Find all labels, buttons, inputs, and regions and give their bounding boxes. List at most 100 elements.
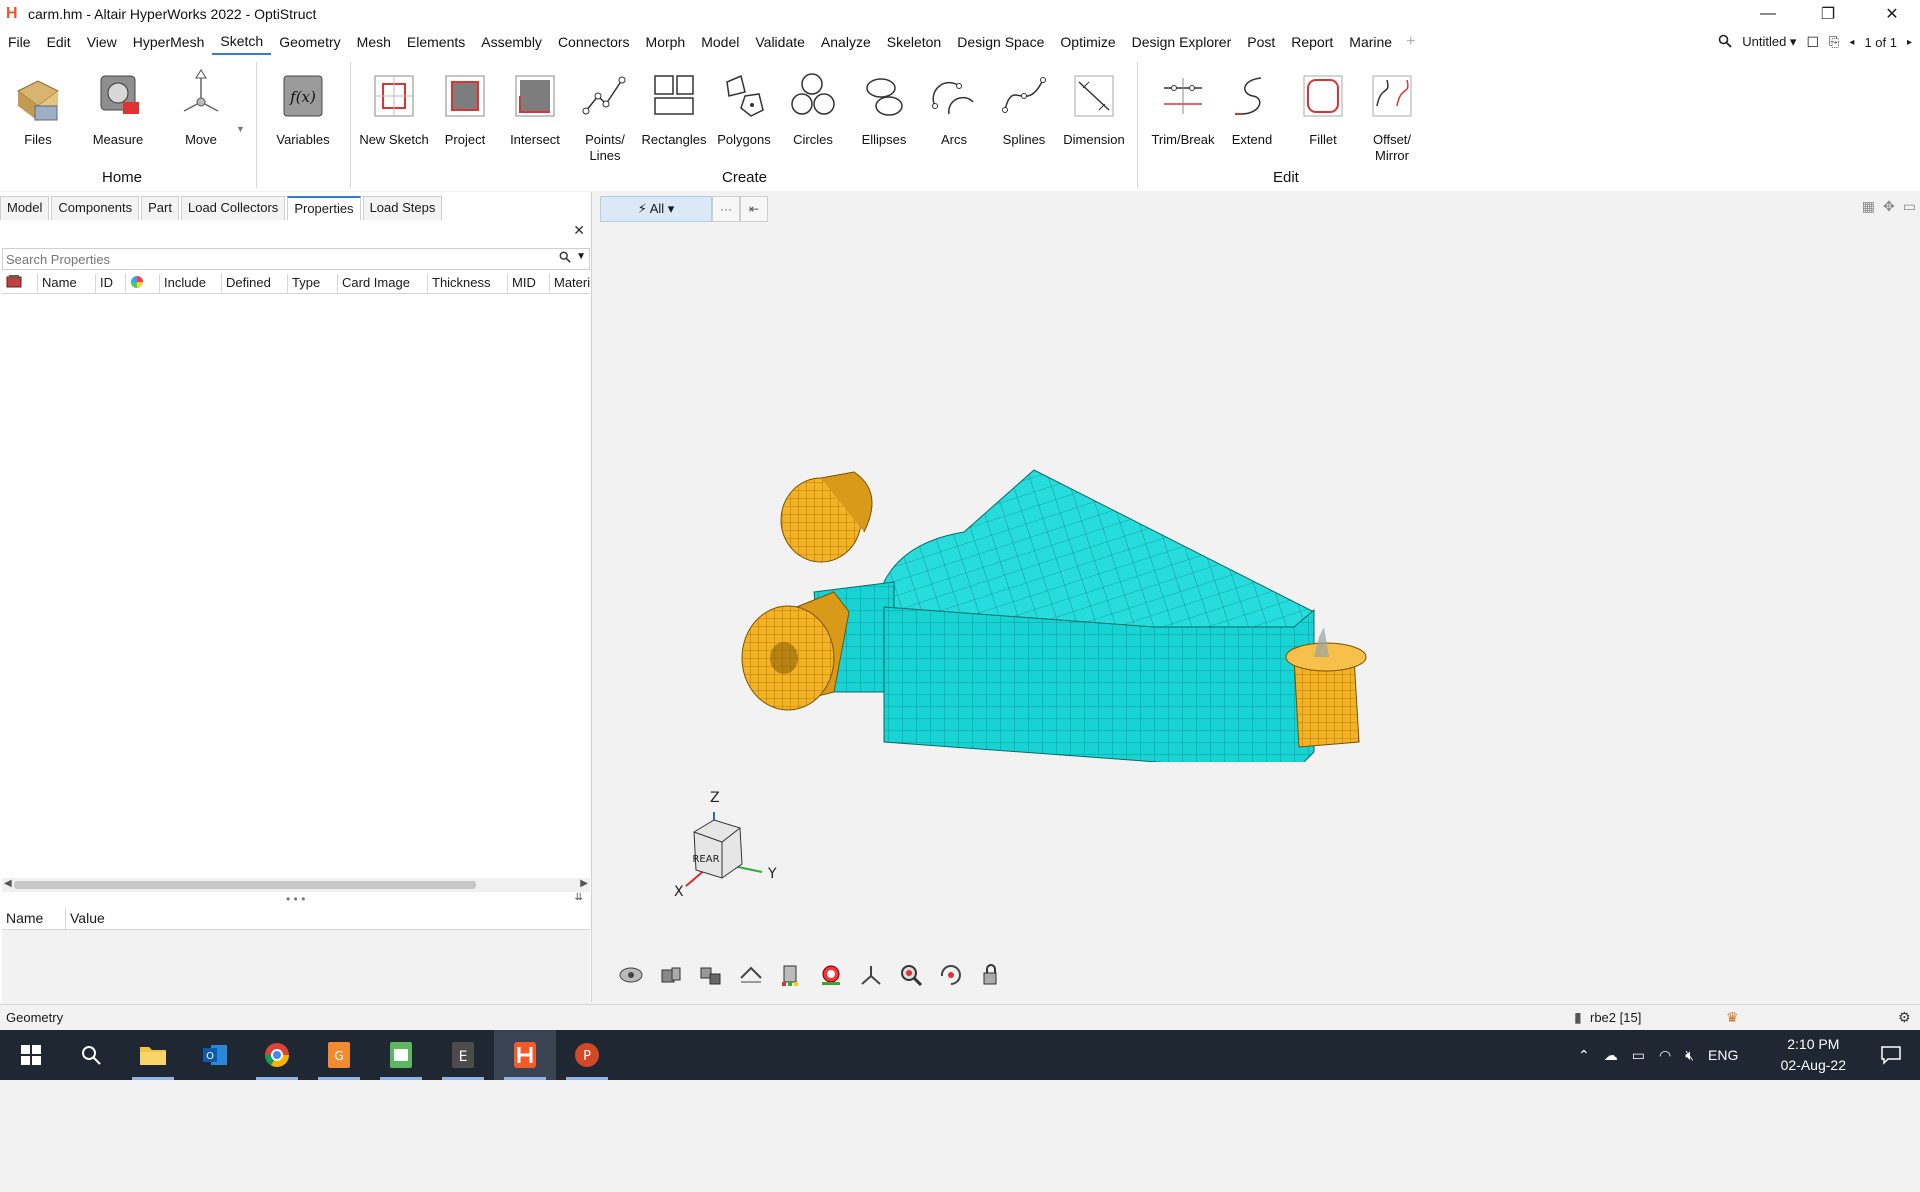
notifications-icon[interactable] bbox=[1880, 1030, 1902, 1080]
column-header-id[interactable]: ID bbox=[96, 274, 126, 293]
menu-hypermesh[interactable]: HyperMesh bbox=[125, 28, 213, 56]
add-ribbon-icon[interactable]: + bbox=[1400, 33, 1421, 51]
column-header-thickness[interactable]: Thickness bbox=[428, 274, 508, 293]
evernote-button[interactable]: E bbox=[432, 1030, 494, 1080]
menu-elements[interactable]: Elements bbox=[399, 28, 473, 56]
arm-top-face[interactable] bbox=[883, 469, 1315, 633]
search-icon[interactable] bbox=[559, 251, 571, 266]
new-sketch-button[interactable]: New Sketch bbox=[359, 66, 429, 148]
scroll-left-icon[interactable]: ◀ bbox=[4, 878, 12, 889]
menu-view[interactable]: View bbox=[79, 28, 125, 56]
menu-design-space[interactable]: Design Space bbox=[949, 28, 1052, 56]
splines-button[interactable]: Splines bbox=[989, 66, 1059, 148]
menu-mesh[interactable]: Mesh bbox=[349, 28, 399, 56]
chevron-down-icon[interactable]: ▼ bbox=[576, 251, 586, 262]
clock[interactable]: 2:10 PM 02-Aug-22 bbox=[1781, 1034, 1846, 1076]
menu-optimize[interactable]: Optimize bbox=[1052, 28, 1123, 56]
arm-front-face[interactable] bbox=[883, 606, 1315, 762]
menu-report[interactable]: Report bbox=[1283, 28, 1341, 56]
intersect-button[interactable]: Intersect bbox=[500, 66, 570, 148]
column-header-name[interactable]: Name bbox=[38, 274, 96, 293]
pan-icon[interactable]: ✥ bbox=[1883, 198, 1895, 215]
next-page-icon[interactable]: ▸ bbox=[1907, 37, 1912, 48]
zoom-icon[interactable] bbox=[898, 962, 924, 988]
left-bushing[interactable] bbox=[741, 591, 850, 711]
visualization-icon[interactable] bbox=[618, 962, 644, 988]
column-header-color[interactable] bbox=[126, 274, 160, 293]
lock-view-icon[interactable] bbox=[978, 962, 1004, 988]
search-properties-field[interactable]: ▼ bbox=[2, 248, 590, 270]
menu-model[interactable]: Model bbox=[693, 28, 747, 56]
axis-icon[interactable] bbox=[858, 962, 884, 988]
tab-model[interactable]: Model bbox=[0, 196, 50, 220]
wifi-icon[interactable]: ◠ bbox=[1659, 1047, 1671, 1064]
move-dropdown-icon[interactable]: ▼ bbox=[236, 124, 245, 134]
chevron-up-icon[interactable]: ⌃ bbox=[1578, 1047, 1590, 1064]
graphics-viewport[interactable]: ⚡ All ▾ ··· ⇤ ▦ ✥ ▭ REAR Z Y X bbox=[594, 192, 1920, 1002]
menu-connectors[interactable]: Connectors bbox=[550, 28, 638, 56]
onedrive-icon[interactable]: ☁ bbox=[1604, 1047, 1618, 1064]
sheets-app-button[interactable] bbox=[370, 1030, 432, 1080]
extend-button[interactable]: Extend bbox=[1217, 66, 1287, 148]
menu-file[interactable]: File bbox=[0, 28, 39, 56]
page-icon[interactable]: ⎘ bbox=[1829, 34, 1839, 50]
settings-icon[interactable]: ⚙ bbox=[1898, 1009, 1911, 1026]
horizontal-scrollbar[interactable]: ◀ ▶ bbox=[2, 878, 590, 892]
project-button[interactable]: Project bbox=[430, 66, 500, 148]
filter-all-dropdown[interactable]: ⚡ All ▾ bbox=[600, 196, 712, 222]
move-button[interactable]: Move bbox=[166, 66, 236, 148]
rotate-view-icon[interactable] bbox=[938, 962, 964, 988]
panel-splitter[interactable]: • • • bbox=[286, 892, 305, 906]
close-panel-icon[interactable]: ✕ bbox=[573, 222, 585, 239]
menu-marine[interactable]: Marine bbox=[1341, 28, 1400, 56]
menu-skeleton[interactable]: Skeleton bbox=[879, 28, 949, 56]
column-header-material[interactable]: Materi bbox=[550, 274, 590, 293]
menu-post[interactable]: Post bbox=[1239, 28, 1283, 56]
minimize-button[interactable]: — bbox=[1740, 0, 1796, 28]
dimension-button[interactable]: Dimension bbox=[1059, 66, 1129, 148]
powerpoint-button[interactable]: P bbox=[556, 1030, 618, 1080]
menu-validate[interactable]: Validate bbox=[747, 28, 813, 56]
tab-part[interactable]: Part bbox=[141, 196, 179, 220]
column-header-defined[interactable]: Defined bbox=[222, 274, 288, 293]
outlook-button[interactable]: O bbox=[184, 1030, 246, 1080]
section-cut-icon[interactable] bbox=[738, 962, 764, 988]
tab-components[interactable]: Components bbox=[51, 196, 140, 220]
scrollbar-thumb[interactable] bbox=[14, 881, 476, 889]
arcs-button[interactable]: Arcs bbox=[919, 66, 989, 148]
start-button[interactable] bbox=[0, 1030, 62, 1080]
column-header-mid[interactable]: MID bbox=[508, 274, 550, 293]
menu-geometry[interactable]: Geometry bbox=[271, 28, 348, 56]
pdf-app-button[interactable]: G bbox=[308, 1030, 370, 1080]
element-color-icon[interactable] bbox=[778, 962, 804, 988]
variables-button[interactable]: f(x) Variables bbox=[268, 66, 338, 148]
taskbar-search-button[interactable] bbox=[60, 1030, 122, 1080]
view-cube-triad[interactable]: REAR Z Y X bbox=[644, 782, 784, 912]
volume-muted-icon[interactable]: 🔇︎ bbox=[1685, 1047, 1694, 1064]
files-button[interactable]: Files bbox=[3, 66, 73, 148]
menu-assembly[interactable]: Assembly bbox=[473, 28, 550, 56]
close-button[interactable]: ✕ bbox=[1864, 0, 1920, 28]
polygons-button[interactable]: Polygons bbox=[709, 66, 779, 148]
rear-bushing[interactable] bbox=[780, 471, 873, 563]
fillet-button[interactable]: Fillet bbox=[1288, 66, 1358, 148]
restore-button[interactable]: ❐ bbox=[1800, 0, 1856, 28]
column-header-card-image[interactable]: Card Image bbox=[338, 274, 428, 293]
hyperworks-button[interactable] bbox=[494, 1030, 556, 1080]
column-header-type[interactable]: Type bbox=[288, 274, 338, 293]
scroll-right-icon[interactable]: ▶ bbox=[580, 878, 588, 889]
session-dropdown[interactable]: Untitled ▾ bbox=[1742, 34, 1796, 50]
expand-icon[interactable]: ⇊ bbox=[575, 892, 583, 903]
column-header-include[interactable]: Include bbox=[160, 274, 222, 293]
chrome-button[interactable] bbox=[246, 1030, 308, 1080]
circles-button[interactable]: Circles bbox=[778, 66, 848, 148]
rectangles-button[interactable]: Rectangles bbox=[639, 66, 709, 148]
measure-button[interactable]: Measure bbox=[83, 66, 153, 148]
column-header-name[interactable]: Name bbox=[2, 908, 66, 929]
grid-view-icon[interactable]: ▦ bbox=[1862, 198, 1875, 215]
menu-edit[interactable]: Edit bbox=[39, 28, 79, 56]
trim-break-button[interactable]: Trim/Break bbox=[1147, 66, 1219, 148]
tab-load-collectors[interactable]: Load Collectors bbox=[180, 196, 286, 220]
menu-sketch[interactable]: Sketch bbox=[212, 29, 272, 55]
components-view-icon[interactable] bbox=[698, 962, 724, 988]
